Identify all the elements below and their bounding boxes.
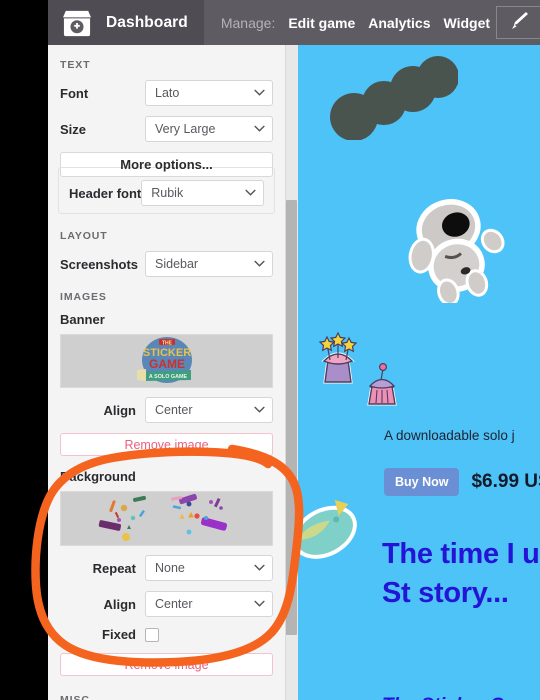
- chevron-down-icon: [254, 89, 265, 96]
- background-title: Background: [60, 469, 136, 484]
- background-fixed-label: Fixed: [102, 627, 136, 642]
- size-row: Size Very Large: [60, 116, 273, 142]
- background-repeat-value: None: [155, 561, 185, 575]
- theme-editor-panel: TEXT Font Lato Size Very Large More opti…: [48, 45, 285, 700]
- chevron-down-icon: [254, 125, 265, 132]
- price-label: $6.99 US: [471, 471, 540, 492]
- background-align-label: Align: [103, 596, 137, 612]
- background-thumbnail[interactable]: [60, 491, 273, 546]
- paintbrush-icon: [508, 9, 530, 36]
- size-select[interactable]: Very Large: [145, 116, 273, 142]
- size-row-label: Size: [60, 121, 87, 137]
- buy-row: Buy Now $6.99 US: [384, 468, 540, 496]
- itch-io-logo-icon: [62, 9, 92, 37]
- svg-text:GAME: GAME: [149, 357, 185, 371]
- banner-thumbnail[interactable]: THE STICKER GAME A SOLO GAME: [60, 334, 273, 388]
- screenshots-row: Screenshots Sidebar: [60, 251, 273, 277]
- banner-title: Banner: [60, 312, 105, 327]
- panel-scrollbar-thumb[interactable]: [286, 200, 297, 635]
- edit-theme-button[interactable]: [496, 6, 540, 39]
- background-align-value: Center: [155, 597, 193, 611]
- preview-subheadline: The Sticker G experience t: [382, 693, 540, 700]
- section-label-text: TEXT: [60, 59, 91, 71]
- banner-align-row: Align Center: [60, 397, 273, 423]
- background-fixed-row: Fixed: [60, 627, 273, 642]
- banner-align-label: Align: [103, 402, 137, 418]
- dashboard-home-link[interactable]: Dashboard: [48, 0, 204, 45]
- dark-blob-sticker: [328, 55, 459, 145]
- cupcake-sticker: [361, 360, 403, 415]
- background-repeat-label: Repeat: [92, 560, 136, 576]
- banner-align-value: Center: [155, 403, 193, 417]
- screenshots-select-value: Sidebar: [155, 257, 199, 271]
- section-label-misc: MISC: [60, 694, 90, 700]
- header-font-fieldset: Header font Rubik: [58, 167, 275, 214]
- font-select[interactable]: Lato: [145, 80, 273, 106]
- nav-link-widget[interactable]: Widget: [444, 15, 491, 31]
- screenshot-root: Dashboard Manage: Edit game Analytics Wi…: [0, 0, 540, 700]
- section-label-images: IMAGES: [60, 291, 107, 303]
- preview-tagline: A downloadable solo j: [384, 428, 515, 443]
- screenshots-select[interactable]: Sidebar: [145, 251, 273, 277]
- background-fixed-checkbox[interactable]: [145, 627, 159, 642]
- astronaut-sticker: [403, 193, 508, 308]
- game-page-preview: A downloadable solo j Buy Now $6.99 US T…: [298, 45, 540, 700]
- header-font-row: Header font Rubik: [69, 180, 264, 206]
- buy-now-button[interactable]: Buy Now: [384, 468, 460, 496]
- cupcake-with-stars-sticker: [312, 330, 364, 400]
- size-select-value: Very Large: [155, 122, 216, 136]
- top-navigation-bar: Dashboard Manage: Edit game Analytics Wi…: [48, 0, 540, 45]
- header-font-row-label: Header font: [69, 185, 142, 201]
- background-repeat-select[interactable]: None: [145, 555, 273, 581]
- chevron-down-icon: [254, 406, 265, 413]
- font-row-label: Font: [60, 85, 89, 101]
- font-row: Font Lato: [60, 80, 273, 106]
- manage-label: Manage:: [220, 14, 276, 31]
- planet-rocket-sticker: [298, 485, 372, 580]
- chevron-down-icon: [254, 564, 265, 571]
- chevron-down-icon: [254, 260, 265, 267]
- background-repeat-row: Repeat None: [60, 555, 273, 581]
- header-font-select-value: Rubik: [151, 186, 184, 200]
- font-select-value: Lato: [155, 86, 180, 100]
- svg-text:A SOLO GAME: A SOLO GAME: [148, 374, 187, 380]
- preview-headline: The time I unused St story...: [382, 538, 540, 609]
- header-font-select[interactable]: Rubik: [141, 180, 264, 206]
- background-remove-image-button[interactable]: Remove image: [60, 653, 273, 676]
- chevron-down-icon: [245, 189, 256, 196]
- background-align-row: Align Center: [60, 591, 273, 617]
- chevron-down-icon: [254, 600, 265, 607]
- section-label-layout: LAYOUT: [60, 230, 108, 242]
- screenshots-row-label: Screenshots: [60, 256, 139, 272]
- svg-text:THE: THE: [162, 340, 173, 346]
- banner-remove-image-button[interactable]: Remove image: [60, 433, 273, 456]
- background-align-select[interactable]: Center: [145, 591, 273, 617]
- dashboard-label: Dashboard: [106, 13, 188, 31]
- banner-align-select[interactable]: Center: [145, 397, 273, 423]
- manage-nav-group: Manage: Edit game Analytics Widget: [204, 15, 490, 31]
- nav-link-edit-game[interactable]: Edit game: [288, 15, 355, 31]
- nav-link-analytics[interactable]: Analytics: [368, 15, 430, 31]
